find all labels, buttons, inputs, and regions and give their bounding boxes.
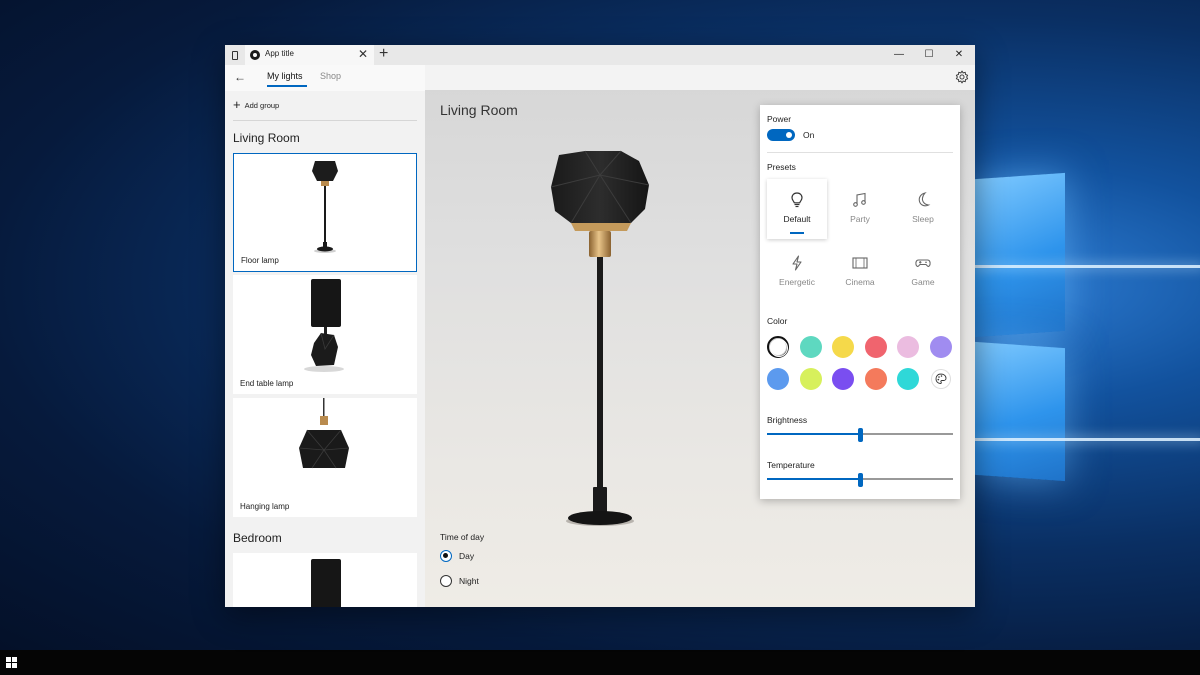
maximize-button[interactable]: ☐ (914, 45, 944, 65)
temperature-label: Temperature (767, 460, 815, 470)
slider-fill (767, 433, 860, 435)
power-toggle[interactable] (767, 129, 795, 141)
time-of-day-label: Time of day (440, 532, 485, 542)
slider-thumb[interactable] (857, 428, 863, 442)
radio-label-day: Day (459, 551, 475, 561)
light-ray (975, 265, 1200, 268)
logo-pane-top (975, 172, 1065, 338)
preset-default[interactable]: Default (767, 179, 827, 239)
music-notes-icon (853, 192, 866, 207)
palette-icon[interactable] (931, 370, 950, 388)
color-swatch[interactable] (897, 368, 919, 390)
divider (233, 120, 417, 121)
color-swatch[interactable] (929, 336, 952, 358)
radio-button-night[interactable] (440, 575, 452, 587)
presets-label: Presets (767, 162, 796, 172)
light-card-end-table-lamp[interactable]: End table lamp (233, 275, 417, 394)
nav-bar: ← My lights Shop (225, 65, 425, 91)
preset-label: Sleep (912, 214, 934, 224)
tab-title: App title (265, 49, 294, 58)
app-window: App title ✕ + — ☐ ✕ ← My lights Shop + A… (225, 45, 975, 607)
tab-close-button[interactable]: ✕ (358, 47, 368, 61)
windows-logo-wallpaper (975, 170, 1200, 490)
light-card-label: Hanging lamp (240, 502, 290, 511)
color-swatch[interactable] (767, 368, 789, 390)
tab-actions-icon[interactable] (225, 45, 245, 65)
color-swatch[interactable] (864, 336, 887, 358)
group-title-living-room: Living Room (233, 131, 300, 145)
preset-label: Default (783, 214, 811, 224)
light-card-hanging-lamp[interactable]: Hanging lamp (233, 398, 417, 517)
color-swatch[interactable] (799, 368, 822, 390)
group-title-bedroom: Bedroom (233, 531, 282, 545)
color-swatch[interactable] (864, 368, 887, 390)
light-control-panel: Power On Presets Default Party Sleep Ene… (760, 105, 960, 499)
end-table-lamp-thumbnail (304, 279, 344, 372)
preset-sleep[interactable]: Sleep (893, 179, 953, 239)
preset-label: Party (850, 214, 870, 224)
sidebar: ← My lights Shop + Add group Living Room… (225, 65, 425, 607)
active-tab-indicator (267, 85, 307, 87)
lightning-icon (792, 255, 802, 271)
radio-night[interactable]: Night (440, 575, 479, 587)
divider (767, 152, 953, 153)
slider-thumb[interactable] (857, 473, 863, 487)
temperature-slider[interactable] (767, 473, 953, 487)
power-label: Power (767, 114, 792, 124)
preset-party[interactable]: Party (830, 179, 890, 239)
power-state-text: On (803, 130, 815, 140)
title-bar: App title ✕ + — ☐ ✕ (225, 45, 975, 65)
preset-cinema[interactable]: Cinema (830, 242, 890, 302)
light-card-label: Floor lamp (241, 256, 279, 265)
color-label: Color (767, 316, 788, 326)
preset-label: Energetic (779, 277, 815, 287)
slider-fill (767, 478, 860, 480)
start-icon[interactable] (6, 657, 18, 669)
film-icon (852, 257, 868, 269)
brightness-label: Brightness (767, 415, 808, 425)
radio-day[interactable]: Day (440, 550, 474, 562)
moon-icon (918, 192, 931, 207)
hanging-lamp-thumbnail (298, 398, 350, 469)
color-swatch[interactable] (897, 336, 919, 358)
back-button[interactable]: ← (234, 70, 246, 84)
floor-lamp-preview (550, 150, 650, 526)
color-swatch[interactable] (832, 336, 854, 358)
light-card-label: End table lamp (240, 379, 294, 388)
tab-shop[interactable]: Shop (320, 71, 341, 81)
preset-energetic[interactable]: Energetic (767, 242, 827, 302)
preset-game[interactable]: Game (893, 242, 953, 302)
gamepad-icon (915, 259, 931, 267)
app-tab[interactable]: App title ✕ (245, 45, 374, 65)
color-swatch[interactable] (767, 336, 789, 358)
bedroom-lamp-thumbnail (311, 559, 341, 607)
radio-button-day[interactable] (440, 550, 452, 562)
color-swatch[interactable] (799, 336, 822, 358)
light-ray (975, 438, 1200, 441)
tab-my-lights[interactable]: My lights (267, 71, 303, 81)
preset-label: Game (911, 277, 935, 287)
main-content: Living Room Time of day Day Night Power … (425, 65, 975, 607)
add-group-button[interactable]: + Add group (233, 97, 280, 112)
settings-gear-icon[interactable] (955, 70, 969, 84)
light-card-floor-lamp[interactable]: Floor lamp (233, 153, 417, 272)
preset-label: Cinema (845, 277, 875, 287)
minimize-button[interactable]: — (884, 45, 914, 65)
active-preset-indicator (790, 232, 804, 234)
light-card-bedroom-lamp[interactable] (233, 553, 417, 607)
radio-label-night: Night (459, 576, 479, 586)
color-swatch[interactable] (832, 368, 854, 390)
logo-pane-bottom (975, 341, 1065, 482)
room-title: Living Room (440, 102, 518, 118)
add-group-label: Add group (244, 100, 280, 110)
taskbar (0, 650, 1200, 675)
app-gear-icon (250, 50, 260, 60)
plus-icon: + (233, 97, 241, 112)
close-button[interactable]: ✕ (944, 45, 974, 65)
lightbulb-icon (791, 192, 803, 208)
brightness-slider[interactable] (767, 428, 953, 442)
main-top-bar (425, 65, 975, 90)
new-tab-button[interactable]: + (379, 45, 388, 64)
